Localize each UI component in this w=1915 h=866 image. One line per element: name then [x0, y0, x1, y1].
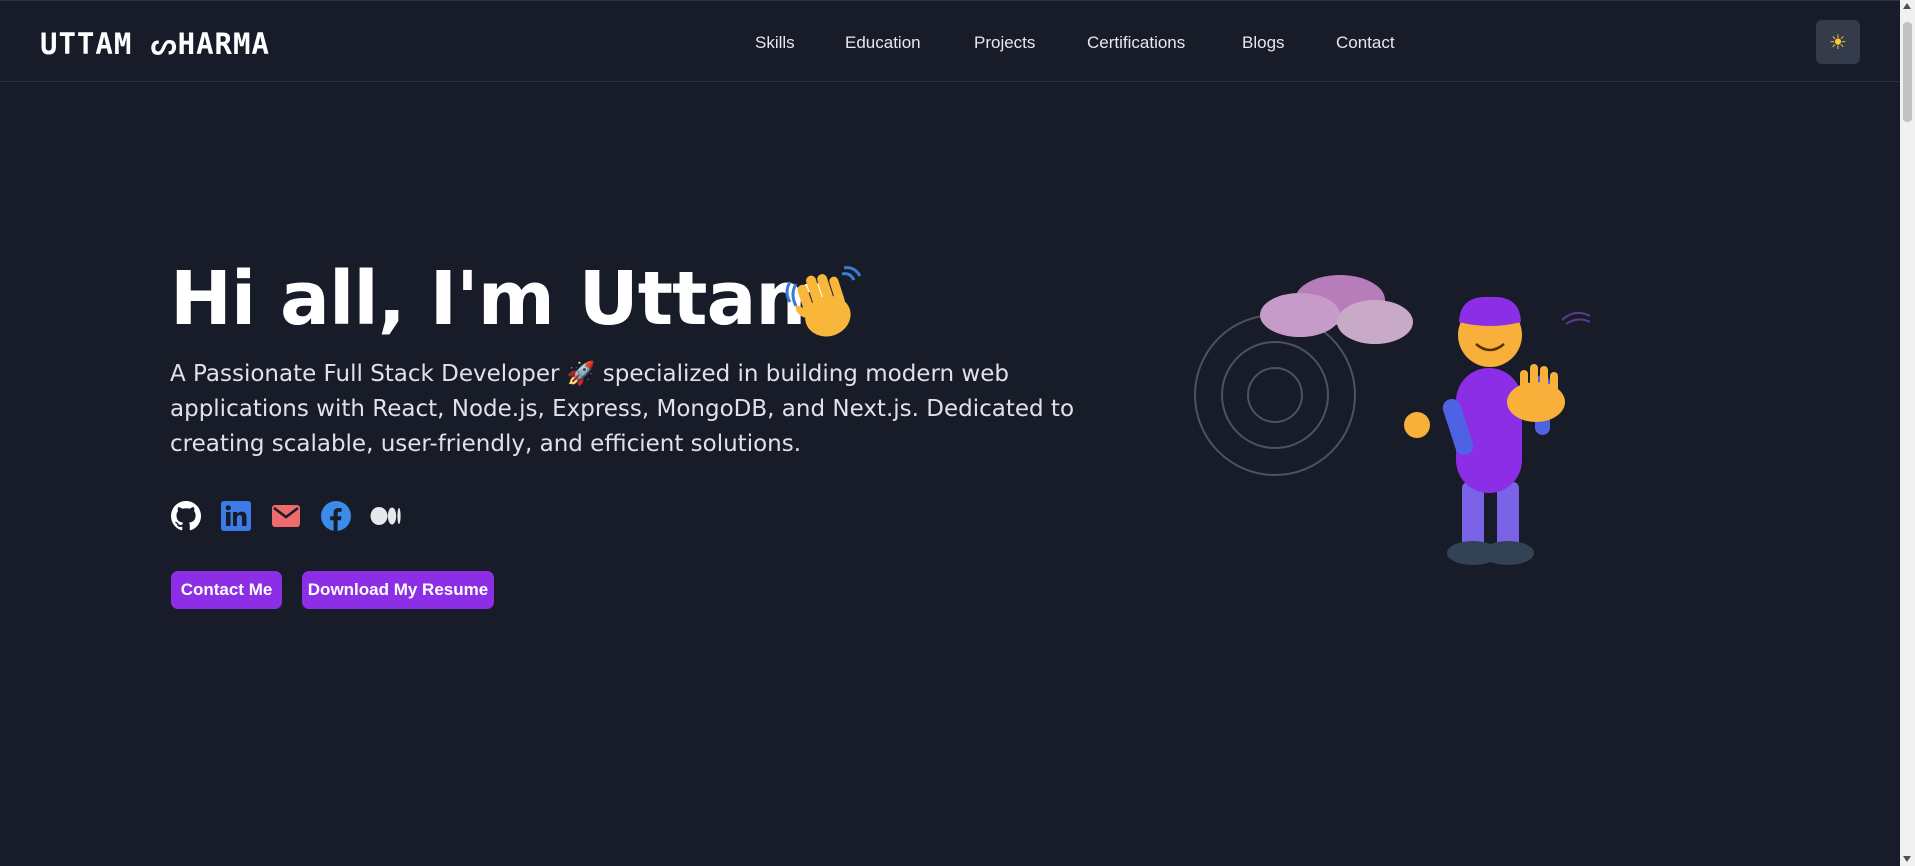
- social-links: [170, 500, 420, 532]
- download-resume-button[interactable]: Download My Resume: [302, 571, 494, 609]
- linkedin-icon[interactable]: [220, 500, 252, 532]
- medium-icon[interactable]: [370, 500, 402, 532]
- navbar: UTTAM ᔕHARMA Skills Education Projects C…: [0, 0, 1900, 82]
- email-icon[interactable]: [270, 500, 302, 532]
- nav-link-contact[interactable]: Contact: [1336, 33, 1395, 53]
- nav-link-certifications[interactable]: Certifications: [1087, 33, 1185, 53]
- sun-icon: ☀: [1829, 30, 1847, 54]
- scroll-up-icon[interactable]: [1903, 3, 1911, 9]
- nav-link-skills[interactable]: Skills: [755, 33, 795, 53]
- theme-toggle-button[interactable]: ☀: [1816, 20, 1860, 64]
- nav-link-blogs[interactable]: Blogs: [1242, 33, 1285, 53]
- contact-me-button[interactable]: Contact Me: [171, 571, 282, 609]
- scroll-down-icon[interactable]: [1903, 856, 1911, 862]
- hero-illustration: [1194, 275, 1591, 565]
- waving-hand-icon: [785, 266, 862, 337]
- scrollbar-thumb[interactable]: [1903, 22, 1912, 122]
- hero-description: A Passionate Full Stack Developer 🚀 spec…: [170, 361, 1075, 457]
- nav-links: Skills Education Projects Certifications…: [0, 33, 1900, 57]
- facebook-icon[interactable]: [320, 500, 352, 532]
- github-icon[interactable]: [170, 500, 202, 532]
- nav-link-education[interactable]: Education: [845, 33, 921, 53]
- hero-title: Hi all, I'm Uttam: [170, 256, 833, 342]
- page-scrollbar[interactable]: [1900, 0, 1915, 866]
- nav-link-projects[interactable]: Projects: [974, 33, 1035, 53]
